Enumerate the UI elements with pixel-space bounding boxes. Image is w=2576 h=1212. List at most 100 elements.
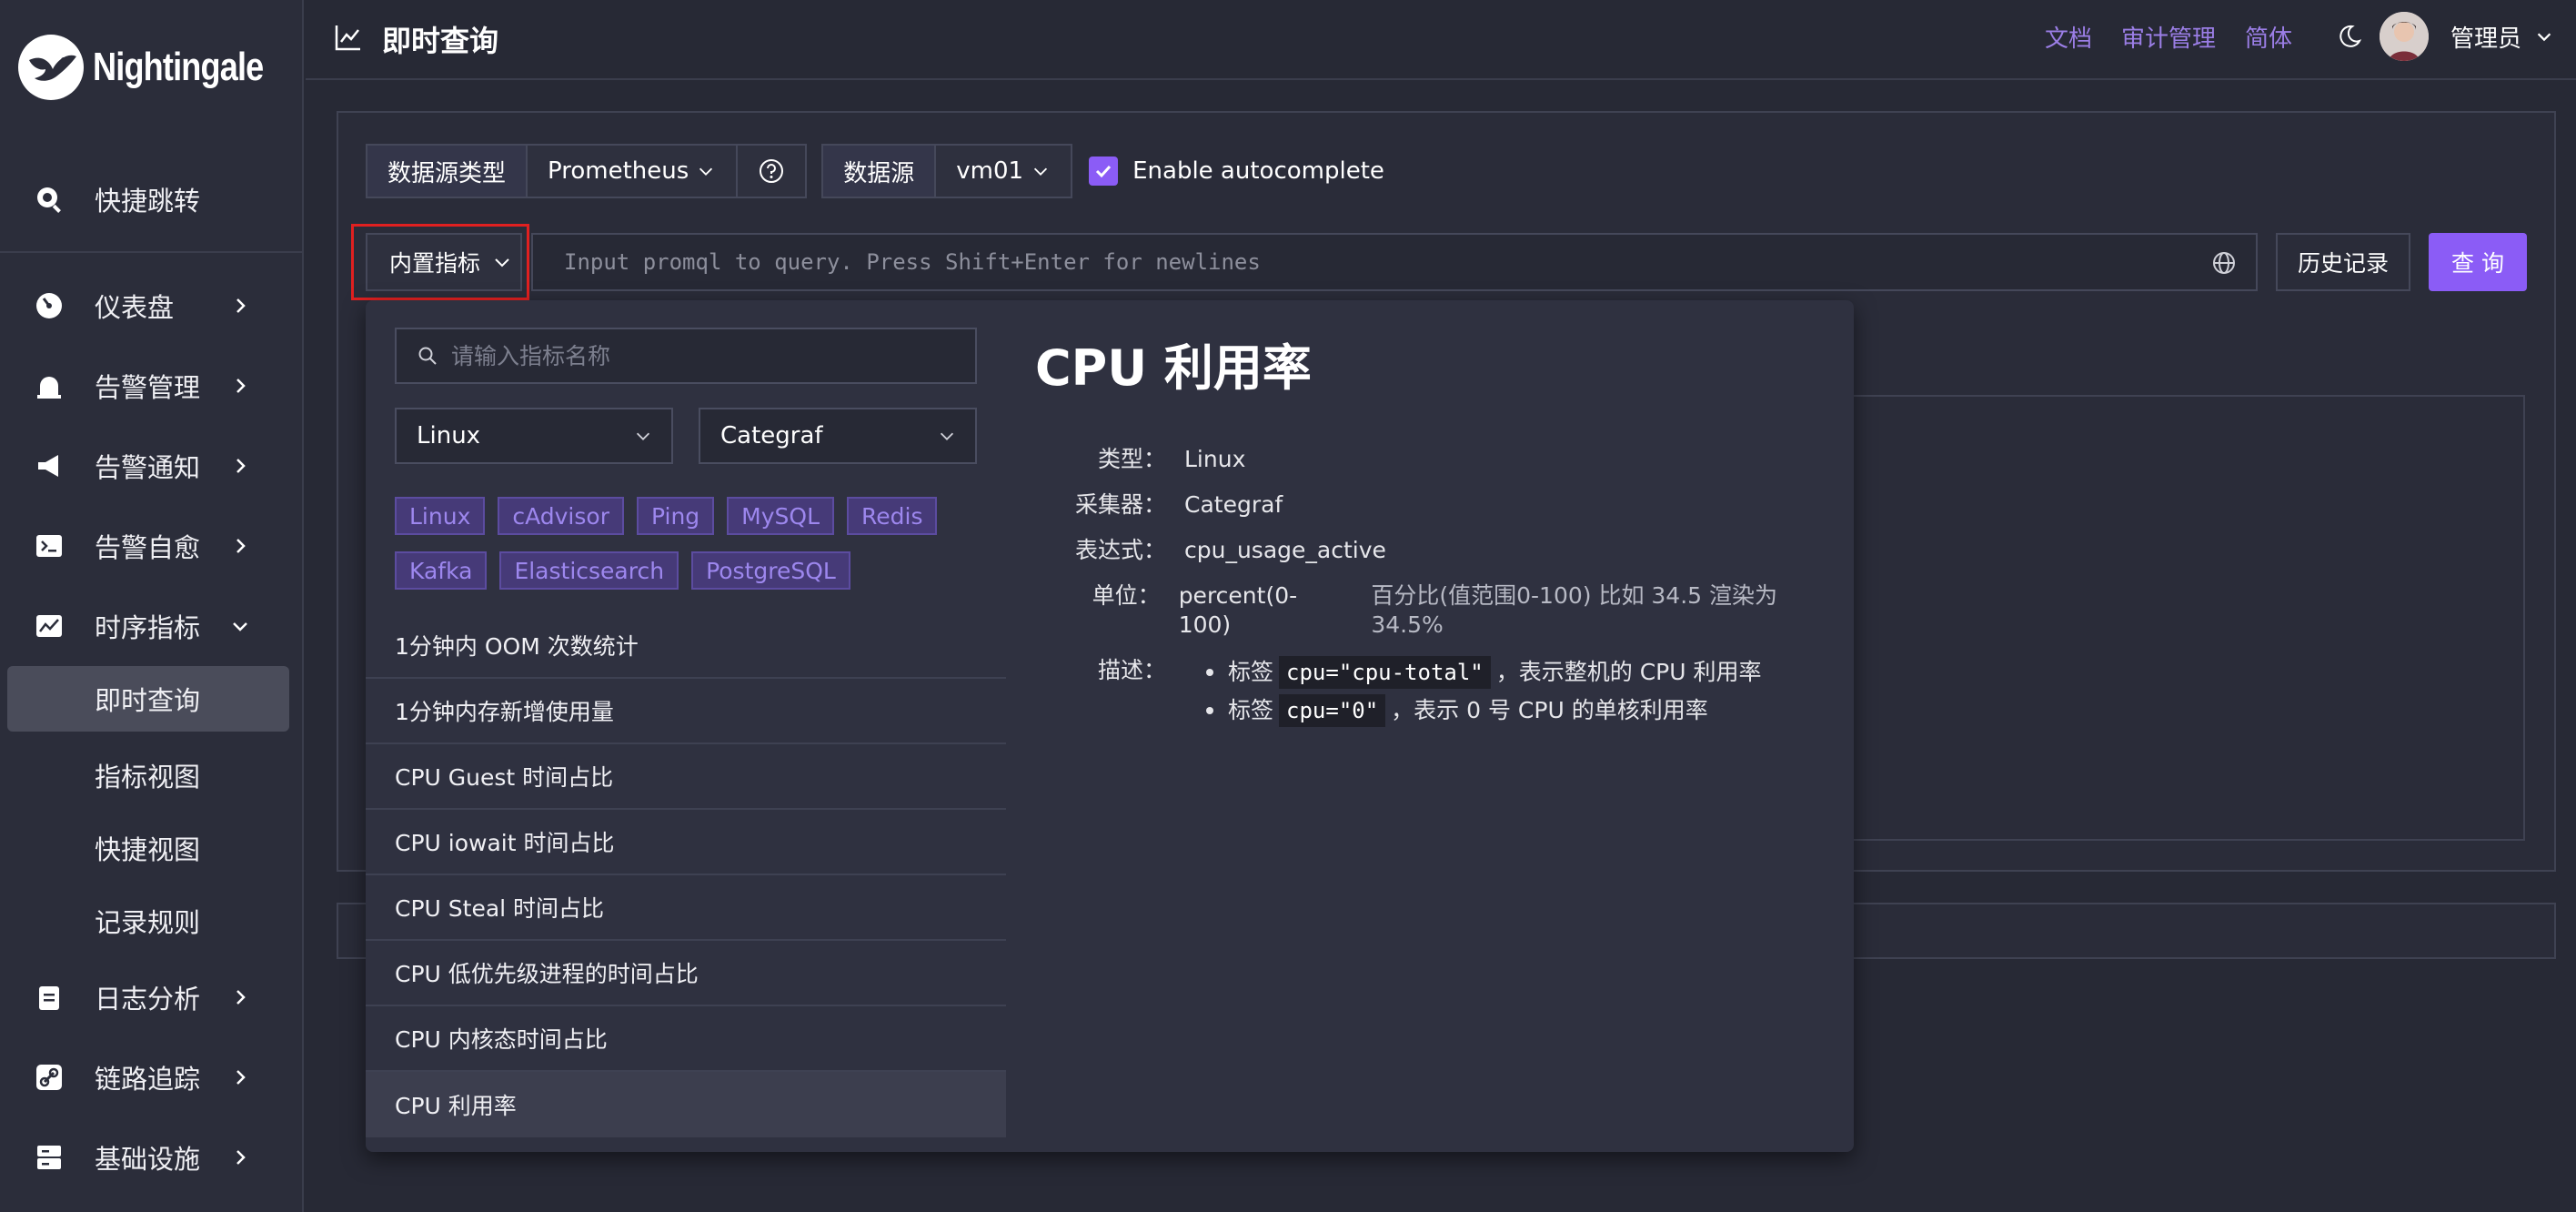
list-item[interactable]: CPU Guest 时间占比 <box>366 744 1006 810</box>
tag-mysql[interactable]: MySQL <box>727 497 835 535</box>
tag-linux[interactable]: Linux <box>395 497 486 535</box>
sidebar-item-alert-notify[interactable]: 告警通知 <box>0 426 304 506</box>
query-button[interactable]: 查 询 <box>2429 233 2527 291</box>
sidebar-item-alert-self-healing[interactable]: 告警自愈 <box>0 506 304 586</box>
metric-search-box[interactable] <box>395 328 977 384</box>
logo[interactable]: Nightingale <box>16 31 301 104</box>
bullet <box>1206 707 1213 714</box>
app-root: Nightingale 快捷跳转 仪表盘 告警管理 告警通知 告警自愈 时序指标… <box>0 0 2576 1212</box>
sidebar-item-label: 仪表盘 <box>95 292 175 323</box>
tag-cadvisor[interactable]: cAdvisor <box>498 497 624 535</box>
tag-postgresql[interactable]: PostgreSQL <box>691 551 850 590</box>
list-item-selected[interactable]: CPU 利用率 <box>366 1072 1006 1137</box>
desc-text: ，表示 0 号 CPU 的单核利用率 <box>1391 697 1708 723</box>
list-item[interactable]: CPU 低优先级进程的时间占比 <box>366 941 1006 1006</box>
tag-elasticsearch[interactable]: Elasticsearch <box>499 551 679 590</box>
type-select[interactable]: Linux <box>395 408 673 464</box>
datasource-type-select[interactable]: Prometheus <box>528 146 739 197</box>
avatar[interactable] <box>2379 12 2429 61</box>
chevron-down-icon <box>940 432 954 440</box>
datasource-value: vm01 <box>956 157 1024 185</box>
detail-unit-row: 单位： percent(0-100) 百分比(值范围0-100) 比如 34.5… <box>1035 581 1836 640</box>
line-chart-icon <box>33 610 65 642</box>
sidebar-item-dashboard[interactable]: 仪表盘 <box>0 266 304 346</box>
sidebar-item-alert-management[interactable]: 告警管理 <box>0 346 304 426</box>
promql-input[interactable]: Input promql to query. Press Shift+Enter… <box>531 233 2258 291</box>
language-link[interactable]: 简体 <box>2245 20 2292 54</box>
autocomplete-label[interactable]: Enable autocomplete <box>1132 157 1384 185</box>
chevron-right-icon <box>236 298 246 313</box>
sidebar-item-label: 链路追踪 <box>95 1064 201 1095</box>
chevron-down-icon <box>699 167 713 176</box>
sidebar-item-label: 告警自愈 <box>95 532 201 563</box>
clipboard-icon <box>33 981 65 1014</box>
link-icon <box>33 1061 65 1094</box>
chevron-right-icon <box>236 1070 246 1085</box>
desc-text: ，表示整机的 CPU 利用率 <box>1495 659 1762 685</box>
list-item[interactable]: CPU 内核态时间占比 <box>366 1006 1006 1072</box>
terminal-icon <box>33 530 65 562</box>
highlight-frame <box>351 224 529 300</box>
chevron-right-icon <box>236 379 246 393</box>
search-icon <box>418 347 437 365</box>
help-button[interactable] <box>738 146 805 197</box>
dashboard-icon <box>33 289 65 322</box>
sidebar-subitem-recording-rules[interactable]: 记录规则 <box>0 884 304 957</box>
globe-icon[interactable] <box>2210 249 2238 277</box>
chevron-down-icon[interactable] <box>2534 26 2554 46</box>
moon-icon[interactable] <box>2336 23 2363 50</box>
collector-select[interactable]: Categraf <box>699 408 977 464</box>
list-item[interactable]: CPU iowait 时间占比 <box>366 810 1006 875</box>
list-item[interactable]: 1分钟内存新增使用量 <box>366 679 1006 744</box>
autocomplete-checkbox[interactable] <box>1089 157 1119 186</box>
detail-key: 采集器： <box>1074 491 1166 518</box>
promql-placeholder: Input promql to query. Press Shift+Enter… <box>564 249 1261 275</box>
metric-search-input[interactable] <box>451 342 961 369</box>
sidebar-item-infrastructure[interactable]: 基础设施 <box>0 1117 304 1197</box>
list-item[interactable]: CPU Steal 时间占比 <box>366 875 1006 941</box>
bullet <box>1206 669 1213 676</box>
datasource-select[interactable]: vm01 <box>936 146 1071 197</box>
header-actions: 文档 审计管理 简体 管理员 <box>2045 0 2554 73</box>
detail-unit-note: 百分比(值范围0-100) 比如 34.5 渲染为 34.5% <box>1371 582 1778 638</box>
user-name[interactable]: 管理员 <box>2450 20 2521 54</box>
tag-ping[interactable]: Ping <box>636 497 715 535</box>
desc-text: 标签 <box>1228 659 1274 685</box>
sidebar-subitem-instant-query[interactable]: 即时查询 <box>7 666 289 732</box>
metric-detail: CPU 利用率 类型： Linux 采集器： Categraf 表达式： cpu… <box>1035 328 1836 749</box>
docs-link[interactable]: 文档 <box>2045 20 2092 54</box>
sidebar: Nightingale 快捷跳转 仪表盘 告警管理 告警通知 告警自愈 时序指标… <box>0 0 304 1212</box>
detail-key: 类型： <box>1097 446 1166 472</box>
sidebar-nav: 快捷跳转 仪表盘 告警管理 告警通知 告警自愈 时序指标 即时查询 指标视图 快… <box>0 160 304 1197</box>
datasource-type-label: 数据源类型 <box>367 146 528 197</box>
datasource-group: 数据源 vm01 <box>821 144 1073 198</box>
history-button[interactable]: 历史记录 <box>2276 233 2410 291</box>
sidebar-item-tracing[interactable]: 链路追踪 <box>0 1037 304 1117</box>
datasource-type-value: Prometheus <box>548 157 689 185</box>
detail-value: percent(0-100) <box>1178 582 1298 638</box>
desc-item: 标签 cpu="cpu-total" ，表示整机的 CPU 利用率 <box>1184 656 1762 689</box>
sidebar-item-timeseries[interactable]: 时序指标 <box>0 586 304 666</box>
sidebar-item-label: 日志分析 <box>95 984 201 1015</box>
sidebar-item-quick-jump[interactable]: 快捷跳转 <box>0 160 304 238</box>
chevron-down-icon <box>1034 167 1048 176</box>
page-title: 即时查询 <box>382 24 499 58</box>
sidebar-item-log-analysis[interactable]: 日志分析 <box>0 957 304 1037</box>
chevron-down-icon <box>233 622 247 631</box>
sidebar-subitem-metric-view[interactable]: 指标视图 <box>0 739 304 812</box>
tag-redis[interactable]: Redis <box>847 497 938 535</box>
sidebar-subitem-quick-view[interactable]: 快捷视图 <box>0 812 304 884</box>
line-chart-icon <box>335 25 360 51</box>
chevron-right-icon <box>236 539 246 553</box>
list-item[interactable]: 1分钟内 OOM 次数统计 <box>366 613 1006 679</box>
builtin-metrics-dropdown: Linux Categraf Linux cAdvisor Ping MySQL Red… <box>366 300 1854 1152</box>
sidebar-item-label: 时序指标 <box>95 612 201 643</box>
detail-value: Linux <box>1184 446 1246 472</box>
detail-title: CPU 利用率 <box>1035 339 1312 397</box>
tag-kafka[interactable]: Kafka <box>395 551 488 590</box>
detail-desc-row: 描述： 标签 cpu="cpu-total" ，表示整机的 CPU 利用率 标签… <box>1035 656 1836 732</box>
audit-link[interactable]: 审计管理 <box>2121 20 2216 54</box>
sidebar-item-label: 告警管理 <box>95 372 201 403</box>
detail-value: cpu_usage_active <box>1184 537 1386 563</box>
desc-code: cpu="cpu-total" <box>1279 656 1491 689</box>
